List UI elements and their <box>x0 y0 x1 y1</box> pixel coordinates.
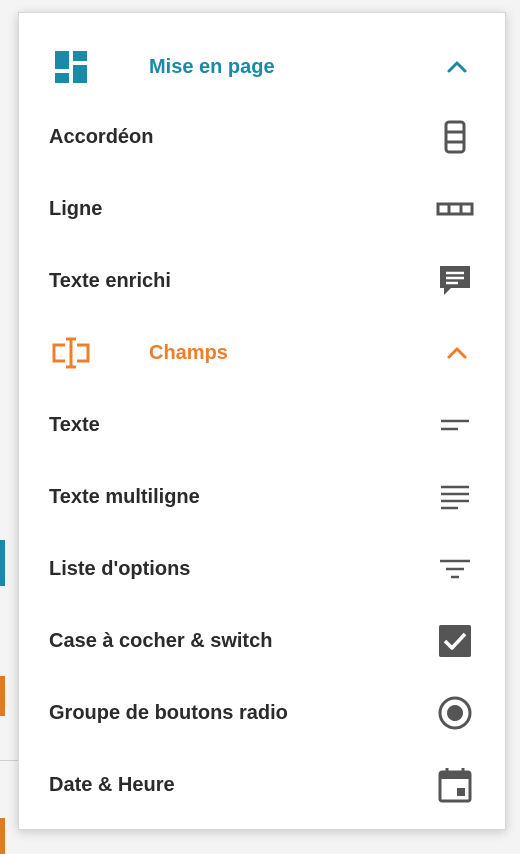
section-header-layout[interactable]: Mise en page <box>19 39 505 95</box>
palette-item-label: Groupe de boutons radio <box>49 701 288 724</box>
palette-item-row[interactable]: Ligne <box>19 181 505 237</box>
background-blue-strip <box>0 540 5 586</box>
palette-item-rich-text[interactable]: Texte enrichi <box>19 253 505 309</box>
section-title-layout: Mise en page <box>149 55 275 78</box>
palette-item-label: Texte <box>49 413 100 436</box>
chevron-up-icon[interactable] <box>445 341 469 365</box>
row-icon <box>435 189 475 229</box>
palette-item-label: Texte multiligne <box>49 485 200 508</box>
palette-item-date-time[interactable]: Date & Heure <box>19 757 505 813</box>
radio-button-icon <box>435 693 475 733</box>
palette-item-checkbox-switch[interactable]: Case à cocher & switch <box>19 613 505 669</box>
palette-item-options-list[interactable]: Liste d'options <box>19 541 505 597</box>
background-orange-strip-bottom <box>0 818 5 854</box>
chevron-up-icon[interactable] <box>445 55 469 79</box>
palette-item-accordion[interactable]: Accordéon <box>19 109 505 165</box>
accordion-icon <box>435 117 475 157</box>
palette-item-text[interactable]: Texte <box>19 397 505 453</box>
dashboard-icon <box>51 47 91 87</box>
calendar-icon <box>435 765 475 805</box>
comment-icon <box>435 261 475 301</box>
background-divider <box>0 760 18 761</box>
palette-item-label: Liste d'options <box>49 557 191 580</box>
text-field-icon <box>51 333 91 373</box>
section-title-fields: Champs <box>149 341 228 364</box>
filter-list-icon <box>435 549 475 589</box>
section-header-fields[interactable]: Champs <box>19 325 505 381</box>
short-text-icon <box>435 405 475 445</box>
notes-icon <box>435 477 475 517</box>
palette-item-label: Ligne <box>49 197 103 220</box>
palette-item-multiline-text[interactable]: Texte multiligne <box>19 469 505 525</box>
background-orange-strip <box>0 676 5 716</box>
palette-item-label: Case à cocher & switch <box>49 629 273 652</box>
palette-item-radio-group[interactable]: Groupe de boutons radio <box>19 685 505 741</box>
checkbox-icon <box>435 621 475 661</box>
palette-item-label: Accordéon <box>49 125 154 148</box>
palette-item-label: Date & Heure <box>49 773 175 796</box>
palette-item-label: Texte enrichi <box>49 269 171 292</box>
component-palette-panel: Mise en page Accordéon Ligne Texte enric… <box>18 12 506 830</box>
